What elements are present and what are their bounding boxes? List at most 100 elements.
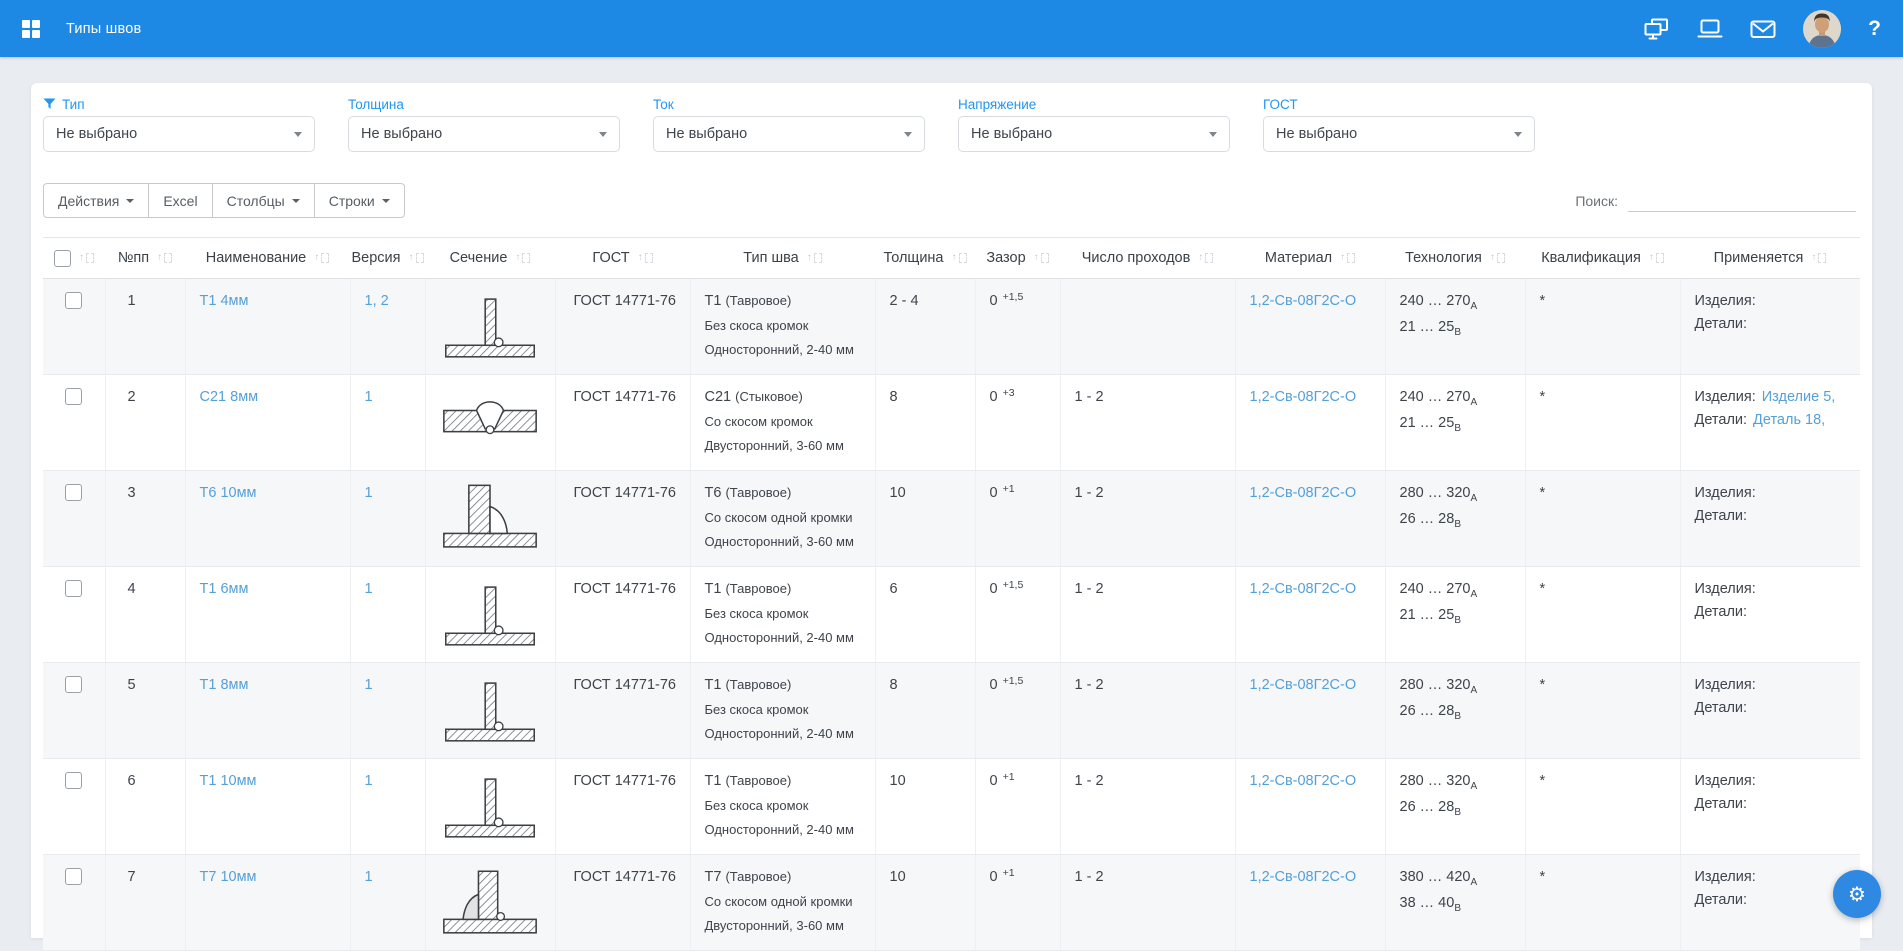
filter-dropdown-value: Не выбрано bbox=[361, 126, 442, 142]
actions-button[interactable]: Действия bbox=[43, 183, 149, 218]
seam-name-link[interactable]: Т1 4мм bbox=[200, 293, 249, 309]
seams-table: ↑ №пп↑ Наименование↑ Версия↑ Сечение↑ ГО… bbox=[43, 237, 1860, 951]
gost-value: ГОСТ 14771-76 bbox=[555, 375, 690, 471]
select-all-checkbox[interactable] bbox=[54, 250, 71, 267]
avatar[interactable] bbox=[1803, 10, 1841, 48]
gost-value: ГОСТ 14771-76 bbox=[555, 471, 690, 567]
sort-icon[interactable]: ↑ bbox=[1811, 253, 1826, 263]
table-body: 1 Т1 4мм 1, 2 ГОСТ 14771-76 Т1 (Тавровое… bbox=[43, 279, 1860, 951]
technology-cell: 280 … 320А 26 … 28В bbox=[1385, 663, 1525, 759]
version-link[interactable]: 1 bbox=[365, 581, 373, 597]
filter-dropdown[interactable]: Не выбрано bbox=[653, 116, 925, 152]
filter-dropdown-value: Не выбрано bbox=[666, 126, 747, 142]
thickness-value: 10 bbox=[875, 855, 975, 951]
filter-dropdown-value: Не выбрано bbox=[56, 126, 137, 142]
seam-name-link[interactable]: Т6 10мм bbox=[200, 485, 257, 501]
version-link[interactable]: 1 bbox=[365, 773, 373, 789]
sort-icon[interactable]: ↑ bbox=[952, 253, 967, 263]
columns-button[interactable]: Столбцы bbox=[212, 183, 315, 218]
version-link[interactable]: 1 bbox=[365, 389, 373, 405]
material-link[interactable]: 1,2-Св-08Г2С-О bbox=[1250, 773, 1357, 789]
apps-grid-icon[interactable] bbox=[22, 20, 40, 38]
content-card: Тип Не выбрано Толщина Не выбрано Ток Не… bbox=[31, 83, 1872, 938]
sort-icon[interactable]: ↑ bbox=[1034, 253, 1049, 263]
chevron-down-icon bbox=[904, 132, 912, 137]
row-checkbox[interactable] bbox=[65, 388, 82, 405]
filter-dropdown[interactable]: Не выбрано bbox=[348, 116, 620, 152]
col-header-gost: ГОСТ bbox=[592, 250, 629, 266]
rows-button-label: Строки bbox=[329, 193, 375, 209]
version-link[interactable]: 1 bbox=[365, 869, 373, 885]
rows-button[interactable]: Строки bbox=[314, 183, 405, 218]
material-link[interactable]: 1,2-Св-08Г2С-О bbox=[1250, 485, 1357, 501]
material-link[interactable]: 1,2-Св-08Г2С-О bbox=[1250, 869, 1357, 885]
excel-button[interactable]: Excel bbox=[148, 183, 212, 218]
row-checkbox[interactable] bbox=[65, 868, 82, 885]
passes-value: 1 - 2 bbox=[1060, 663, 1235, 759]
sort-icon[interactable]: ↑ bbox=[1649, 253, 1664, 263]
sort-icon[interactable]: ↑ bbox=[157, 253, 172, 263]
technology-cell: 380 … 420А 38 … 40В bbox=[1385, 855, 1525, 951]
product-link[interactable]: Изделие 5, bbox=[1762, 389, 1836, 405]
mail-icon[interactable] bbox=[1750, 19, 1776, 39]
chevron-down-icon bbox=[292, 199, 300, 203]
material-link[interactable]: 1,2-Св-08Г2С-О bbox=[1250, 293, 1357, 309]
sort-icon[interactable]: ↑ bbox=[1490, 253, 1505, 263]
passes-value: 1 - 2 bbox=[1060, 759, 1235, 855]
version-link[interactable]: 1 bbox=[365, 485, 373, 501]
applies-cell: Изделия: Детали: bbox=[1680, 279, 1860, 375]
seam-name-link[interactable]: Т1 10мм bbox=[200, 773, 257, 789]
gost-value: ГОСТ 14771-76 bbox=[555, 279, 690, 375]
detail-link[interactable]: Деталь 18, bbox=[1753, 412, 1825, 428]
col-header-num: №пп bbox=[118, 250, 149, 266]
row-number: 5 bbox=[105, 663, 185, 759]
displays-icon[interactable] bbox=[1644, 18, 1670, 40]
sort-icon[interactable]: ↑ bbox=[515, 253, 530, 263]
sort-icon[interactable]: ↑ bbox=[79, 253, 94, 263]
technology-cell: 280 … 320А 26 … 28В bbox=[1385, 759, 1525, 855]
sort-icon[interactable]: ↑ bbox=[638, 253, 653, 263]
laptop-icon[interactable] bbox=[1697, 18, 1723, 40]
row-checkbox[interactable] bbox=[65, 580, 82, 597]
row-checkbox[interactable] bbox=[65, 292, 82, 309]
table-row: 6 Т1 10мм 1 ГОСТ 14771-76 Т1 (Тавровое) … bbox=[43, 759, 1860, 855]
seam-name-link[interactable]: Т1 8мм bbox=[200, 677, 249, 693]
version-link[interactable]: 1, 2 bbox=[365, 293, 389, 309]
material-link[interactable]: 1,2-Св-08Г2С-О bbox=[1250, 677, 1357, 693]
version-link[interactable]: 1 bbox=[365, 677, 373, 693]
sort-icon[interactable]: ↑ bbox=[1340, 253, 1355, 263]
sort-icon[interactable]: ↑ bbox=[409, 253, 424, 263]
search-block: Поиск: bbox=[1575, 190, 1860, 212]
seam-name-link[interactable]: Т1 6мм bbox=[200, 581, 249, 597]
filter-group: Толщина Не выбрано bbox=[348, 95, 620, 152]
qualification-value: * bbox=[1525, 471, 1680, 567]
thickness-value: 8 bbox=[875, 375, 975, 471]
filter-dropdown[interactable]: Не выбрано bbox=[43, 116, 315, 152]
passes-value bbox=[1060, 279, 1235, 375]
settings-fab[interactable]: ⚙ bbox=[1833, 870, 1881, 918]
row-checkbox[interactable] bbox=[65, 484, 82, 501]
sort-icon[interactable]: ↑ bbox=[807, 253, 822, 263]
row-checkbox[interactable] bbox=[65, 676, 82, 693]
seam-name-link[interactable]: Т7 10мм bbox=[200, 869, 257, 885]
excel-button-label: Excel bbox=[163, 193, 197, 209]
seam-type-cell: С21 (Стыковое) Со скосом кромок Двусторо… bbox=[690, 375, 875, 471]
sort-icon[interactable]: ↑ bbox=[1198, 253, 1213, 263]
material-link[interactable]: 1,2-Св-08Г2С-О bbox=[1250, 389, 1357, 405]
row-checkbox[interactable] bbox=[65, 772, 82, 789]
qualification-value: * bbox=[1525, 567, 1680, 663]
material-link[interactable]: 1,2-Св-08Г2С-О bbox=[1250, 581, 1357, 597]
table-row: 7 Т7 10мм 1 ГОСТ 14771-76 Т7 (Тавровое) … bbox=[43, 855, 1860, 951]
filter-funnel-icon bbox=[43, 98, 56, 110]
help-icon[interactable]: ? bbox=[1868, 18, 1881, 39]
seam-name-link[interactable]: С21 8мм bbox=[200, 389, 259, 405]
filter-dropdown[interactable]: Не выбрано bbox=[1263, 116, 1535, 152]
gap-value: 0+1 bbox=[975, 855, 1060, 951]
sort-icon[interactable]: ↑ bbox=[314, 253, 329, 263]
col-header-seam-type: Тип шва bbox=[743, 250, 798, 266]
gost-value: ГОСТ 14771-76 bbox=[555, 567, 690, 663]
chevron-down-icon bbox=[126, 199, 134, 203]
filter-dropdown[interactable]: Не выбрано bbox=[958, 116, 1230, 152]
actions-button-label: Действия bbox=[58, 193, 119, 209]
search-input[interactable] bbox=[1628, 190, 1856, 212]
